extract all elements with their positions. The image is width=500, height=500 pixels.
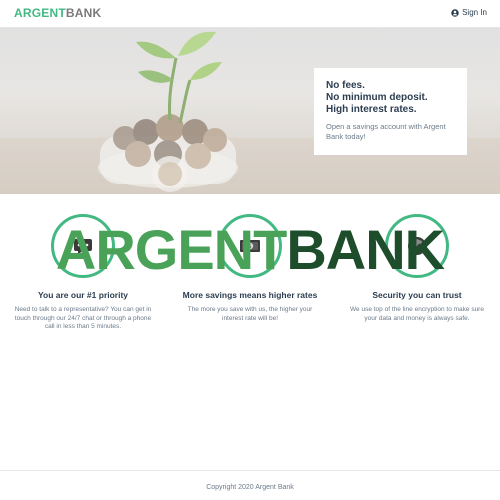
- sign-in-link[interactable]: Sign In: [451, 8, 487, 17]
- money-icon: $: [240, 240, 260, 252]
- hero-line-3: High interest rates.: [326, 104, 417, 115]
- sign-in-label: Sign In: [462, 8, 487, 17]
- features-section: You are our #1 priority Need to talk to …: [0, 200, 500, 350]
- feature-icon-ring: [51, 214, 115, 278]
- feature-item: You are our #1 priority Need to talk to …: [8, 210, 158, 332]
- hero-content: No fees. No minimum deposit. High intere…: [314, 68, 467, 155]
- feature-item: $ More savings means higher rates The mo…: [175, 210, 325, 323]
- feature-icon-ring: [385, 214, 449, 278]
- user-circle-icon: [451, 8, 459, 17]
- feature-text: We use top of the line encryption to mak…: [350, 306, 484, 322]
- logo-bank: BANK: [65, 6, 102, 20]
- feature-item: Security you can trust We use top of the…: [342, 210, 492, 323]
- main-nav: ARGENTBANK Sign In: [0, 0, 500, 28]
- security-icon: [408, 237, 426, 255]
- feature-icon-ring: $: [218, 214, 282, 278]
- feature-title: You are our #1 priority: [37, 290, 129, 300]
- feature-text: Need to talk to a representative? You ca…: [14, 306, 152, 330]
- hero-subtitle: Open a savings account with Argent Bank …: [326, 122, 446, 141]
- logo-argent: ARGENT: [14, 6, 66, 20]
- svg-text:$: $: [248, 244, 251, 250]
- hero-line-2: No minimum deposit.: [326, 92, 428, 103]
- feature-text: The more you save with us, the higher yo…: [187, 306, 313, 322]
- chat-icon: [74, 239, 92, 255]
- hero-banner: No fees. No minimum deposit. High intere…: [0, 28, 500, 194]
- feature-title: Security you can trust: [372, 290, 462, 300]
- feature-title: More savings means higher rates: [182, 290, 318, 300]
- logo[interactable]: ARGENTBANK: [14, 6, 101, 20]
- footer-copyright: Copyright 2020 Argent Bank: [206, 484, 294, 491]
- hero-line-1: No fees.: [326, 80, 365, 91]
- footer: Copyright 2020 Argent Bank: [0, 470, 500, 500]
